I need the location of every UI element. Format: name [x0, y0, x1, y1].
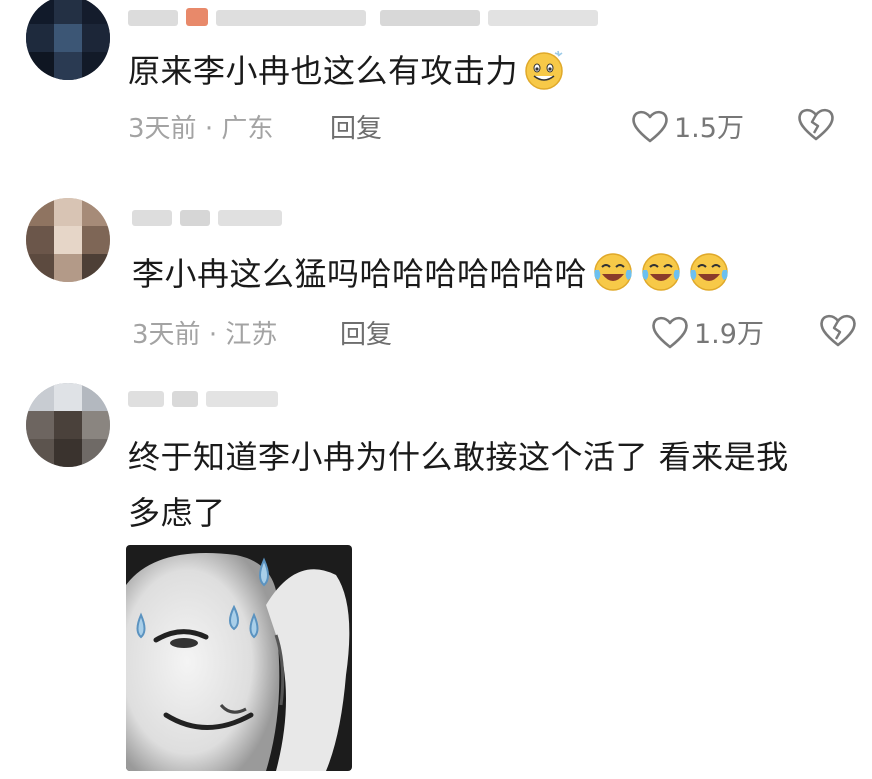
reply-button[interactable]: 回复: [340, 314, 392, 351]
like-count: 1.9万: [694, 319, 764, 350]
separator: ·: [208, 320, 218, 350]
dislike-button[interactable]: [818, 312, 858, 352]
dislike-button[interactable]: [796, 106, 836, 146]
comment-text-line-2: 多虑了: [128, 494, 226, 532]
comment-3: 终于知道李小冉为什么敢接这个活了 看来是我 多虑了: [0, 375, 872, 779]
comment-1: 原来李小冉也这么有攻击力 3天前 · 广东 回复 1.5万: [0, 0, 872, 170]
laugh-cry-emoji: [594, 253, 632, 291]
grin-sweat-emoji: [525, 50, 563, 90]
like-count: 1.5万: [674, 113, 744, 144]
avatar[interactable]: [26, 0, 110, 80]
comment-meta: 3天前 · 江苏: [132, 314, 277, 351]
separator: ·: [204, 114, 214, 144]
comment-text-line-1: 终于知道李小冉为什么敢接这个活了 看来是我: [128, 438, 789, 476]
username-blurred[interactable]: [128, 6, 598, 28]
broken-heart-icon: [820, 314, 856, 347]
comment-text-content: 原来李小冉也这么有攻击力: [128, 52, 519, 90]
comment-text-content: 李小冉这么猛吗哈哈哈哈哈哈哈: [132, 255, 588, 293]
comment-2: 李小冉这么猛吗哈哈哈哈哈哈哈 3天前 · 江苏 回复 1.9万: [0, 190, 872, 370]
like-button[interactable]: 1.9万: [650, 312, 764, 351]
location: 广东: [221, 114, 274, 144]
heart-icon: [652, 316, 688, 348]
timestamp: 3天前: [128, 114, 197, 144]
comment-text: 终于知道李小冉为什么敢接这个活了 看来是我 多虑了: [128, 429, 789, 541]
comment-meta: 3天前 · 广东: [128, 108, 273, 145]
comment-text: 原来李小冉也这么有攻击力: [128, 43, 566, 99]
username-blurred[interactable]: [128, 387, 278, 409]
username-blurred[interactable]: [132, 206, 282, 228]
heart-icon: [632, 110, 668, 142]
sweating-face-sticker[interactable]: [126, 545, 352, 771]
laugh-cry-emoji: [642, 253, 680, 291]
avatar[interactable]: [26, 383, 110, 467]
reply-button[interactable]: 回复: [330, 108, 382, 145]
avatar[interactable]: [26, 198, 110, 282]
comment-text: 李小冉这么猛吗哈哈哈哈哈哈哈: [132, 246, 731, 302]
laugh-cry-emoji: [690, 253, 728, 291]
broken-heart-icon: [798, 108, 834, 141]
timestamp: 3天前: [132, 320, 201, 350]
location: 江苏: [225, 320, 278, 350]
like-button[interactable]: 1.5万: [630, 106, 744, 145]
